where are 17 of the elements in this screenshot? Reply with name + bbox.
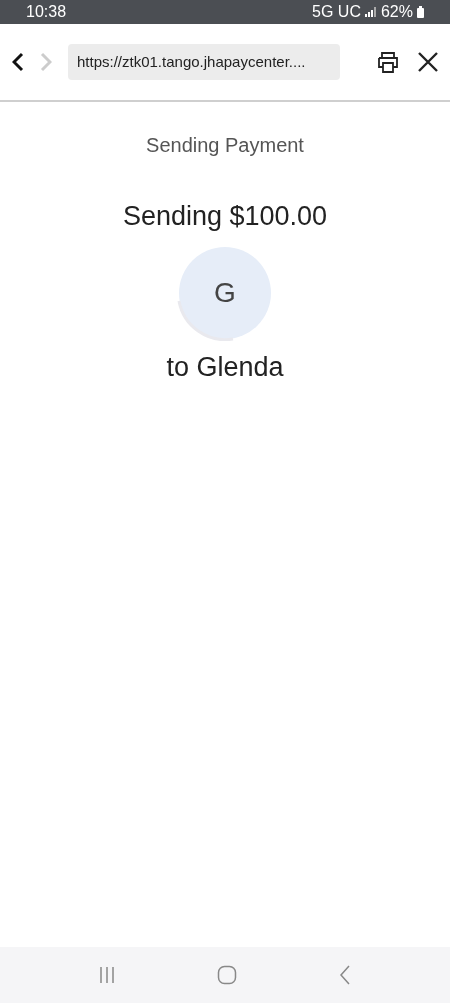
print-icon[interactable] bbox=[376, 51, 400, 73]
close-icon[interactable] bbox=[416, 50, 440, 74]
amount-text: Sending $100.00 bbox=[122, 200, 328, 233]
address-bar[interactable]: https://ztk01.tango.jhapaycenter.... bbox=[68, 43, 340, 81]
recipient-text: to Glenda bbox=[166, 350, 284, 384]
status-time: 10:38 bbox=[26, 2, 67, 22]
chevron-right-icon bbox=[40, 52, 52, 72]
battery-level: 62% bbox=[380, 2, 413, 22]
battery-icon bbox=[417, 6, 424, 18]
avatar: G bbox=[179, 246, 271, 339]
recent-apps-icon[interactable] bbox=[98, 966, 117, 984]
chevron-left-icon bbox=[12, 52, 24, 72]
back-icon[interactable] bbox=[337, 965, 352, 985]
network-type: 5G UC bbox=[312, 2, 361, 22]
page-title: Sending Payment bbox=[146, 133, 304, 158]
signal-icon bbox=[364, 7, 377, 17]
home-icon[interactable] bbox=[217, 965, 237, 985]
